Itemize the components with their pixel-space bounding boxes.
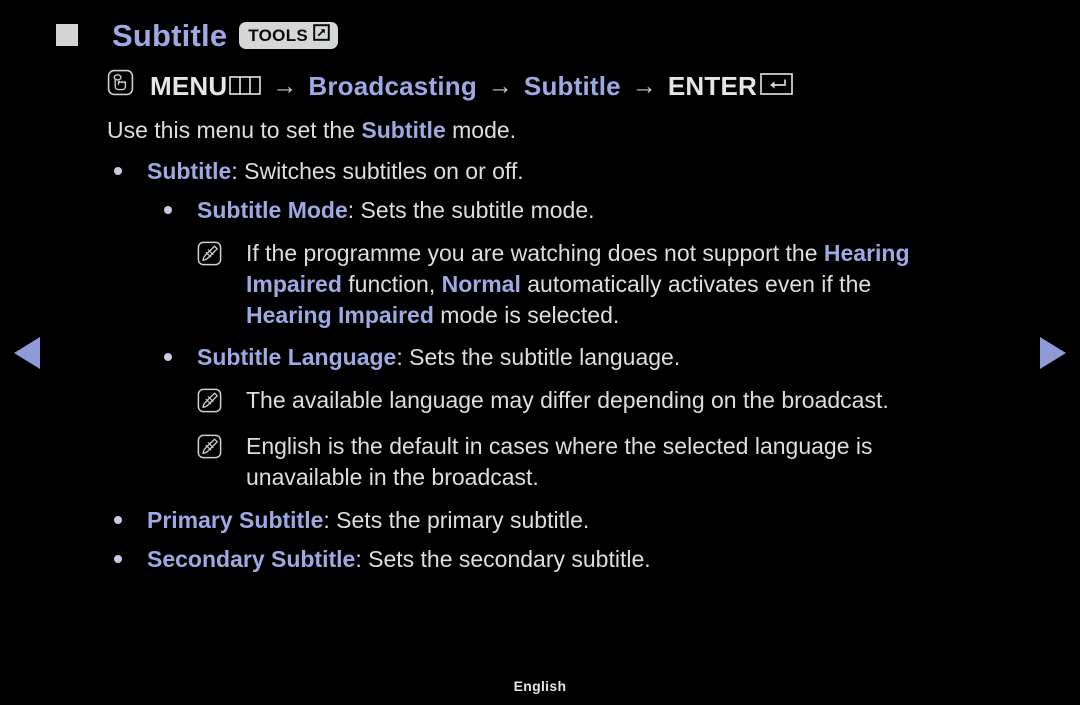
list-item-secondary-subtitle: Secondary Subtitle: Sets the secondary s… — [147, 544, 651, 575]
menu-grid-icon — [229, 71, 262, 102]
list-item-desc: : Switches subtitles on or off. — [231, 158, 524, 184]
help-screen: Subtitle TOOLS MENU → Broadcasting → Sub… — [0, 0, 1080, 705]
note-hearing-impaired: If the programme you are watching does n… — [246, 238, 1006, 331]
note-text: function, — [341, 271, 442, 297]
note-text: If the programme you are watching does n… — [246, 240, 824, 266]
intro-prefix: Use this menu to set the — [107, 117, 362, 143]
list-item-term: Subtitle — [147, 158, 232, 184]
list-item-desc: : Sets the secondary subtitle. — [355, 546, 651, 572]
note-text: English is the default in cases where th… — [246, 433, 873, 459]
note-text: mode is selected. — [433, 302, 620, 328]
hand-press-icon — [107, 69, 134, 103]
menu-path-arrow-1: → — [272, 71, 298, 100]
list-item-desc: : Sets the subtitle mode. — [347, 197, 595, 223]
note-pen-icon — [197, 388, 222, 418]
enter-key-icon — [760, 71, 793, 102]
menu-path-arrow-2: → — [487, 71, 513, 100]
list-item-subtitle: Subtitle: Switches subtitles on or off. — [147, 156, 524, 187]
list-item-subtitle-language: Subtitle Language: Sets the subtitle lan… — [197, 342, 680, 373]
note-text: automatically activates even if the — [520, 271, 872, 297]
intro-suffix: mode. — [445, 117, 517, 143]
list-item-term: Subtitle Mode — [197, 197, 348, 223]
note-pen-icon — [197, 241, 222, 271]
note-available-language: The available language may differ depend… — [246, 387, 889, 413]
menu-path-step-menu[interactable]: MENU — [150, 71, 227, 102]
menu-path-arrow-3: → — [631, 71, 657, 100]
popup-window-arrow-icon — [313, 24, 330, 46]
next-page-arrow-icon[interactable] — [1040, 337, 1066, 369]
menu-path-step-enter[interactable]: ENTER — [668, 71, 757, 102]
bullet-dot-icon — [164, 353, 172, 361]
list-item-primary-subtitle: Primary Subtitle: Sets the primary subti… — [147, 505, 589, 536]
intro-term: Subtitle — [361, 117, 446, 143]
note-pen-icon — [197, 434, 222, 464]
page-title-row: Subtitle TOOLS — [56, 14, 339, 56]
bullet-dot-icon — [114, 167, 122, 175]
tools-badge[interactable]: TOOLS — [239, 21, 339, 49]
list-item-term: Secondary Subtitle — [147, 546, 356, 572]
list-item-subtitle-mode: Subtitle Mode: Sets the subtitle mode. — [197, 195, 595, 226]
note-term-impaired: Impaired — [246, 271, 342, 297]
list-item-term: Subtitle Language — [197, 344, 397, 370]
note-term-normal: Normal — [441, 271, 521, 297]
list-item-term: Primary Subtitle — [147, 507, 324, 533]
page-title: Subtitle — [112, 17, 228, 53]
menu-path: MENU → Broadcasting → Subtitle → ENTER — [107, 66, 793, 106]
tools-badge-label: TOOLS — [248, 25, 309, 45]
note-term-hearing-impaired: Hearing Impaired — [246, 302, 434, 328]
list-item-desc: : Sets the primary subtitle. — [323, 507, 590, 533]
list-item-desc: : Sets the subtitle language. — [396, 344, 681, 370]
menu-path-step-broadcasting[interactable]: Broadcasting — [308, 71, 477, 102]
bullet-dot-icon — [114, 555, 122, 563]
bullet-dot-icon — [114, 516, 122, 524]
bullet-dot-icon — [164, 206, 172, 214]
footer-language-label: English — [513, 678, 567, 694]
note-text: unavailable in the broadcast. — [246, 464, 539, 490]
previous-page-arrow-icon[interactable] — [14, 337, 40, 369]
note-term-hearing: Hearing — [823, 240, 910, 266]
note-english-default: English is the default in cases where th… — [246, 431, 1006, 493]
menu-path-step-subtitle[interactable]: Subtitle — [524, 71, 621, 102]
intro-line: Use this menu to set the Subtitle mode. — [107, 115, 516, 146]
title-square-bullet-icon — [56, 24, 78, 46]
